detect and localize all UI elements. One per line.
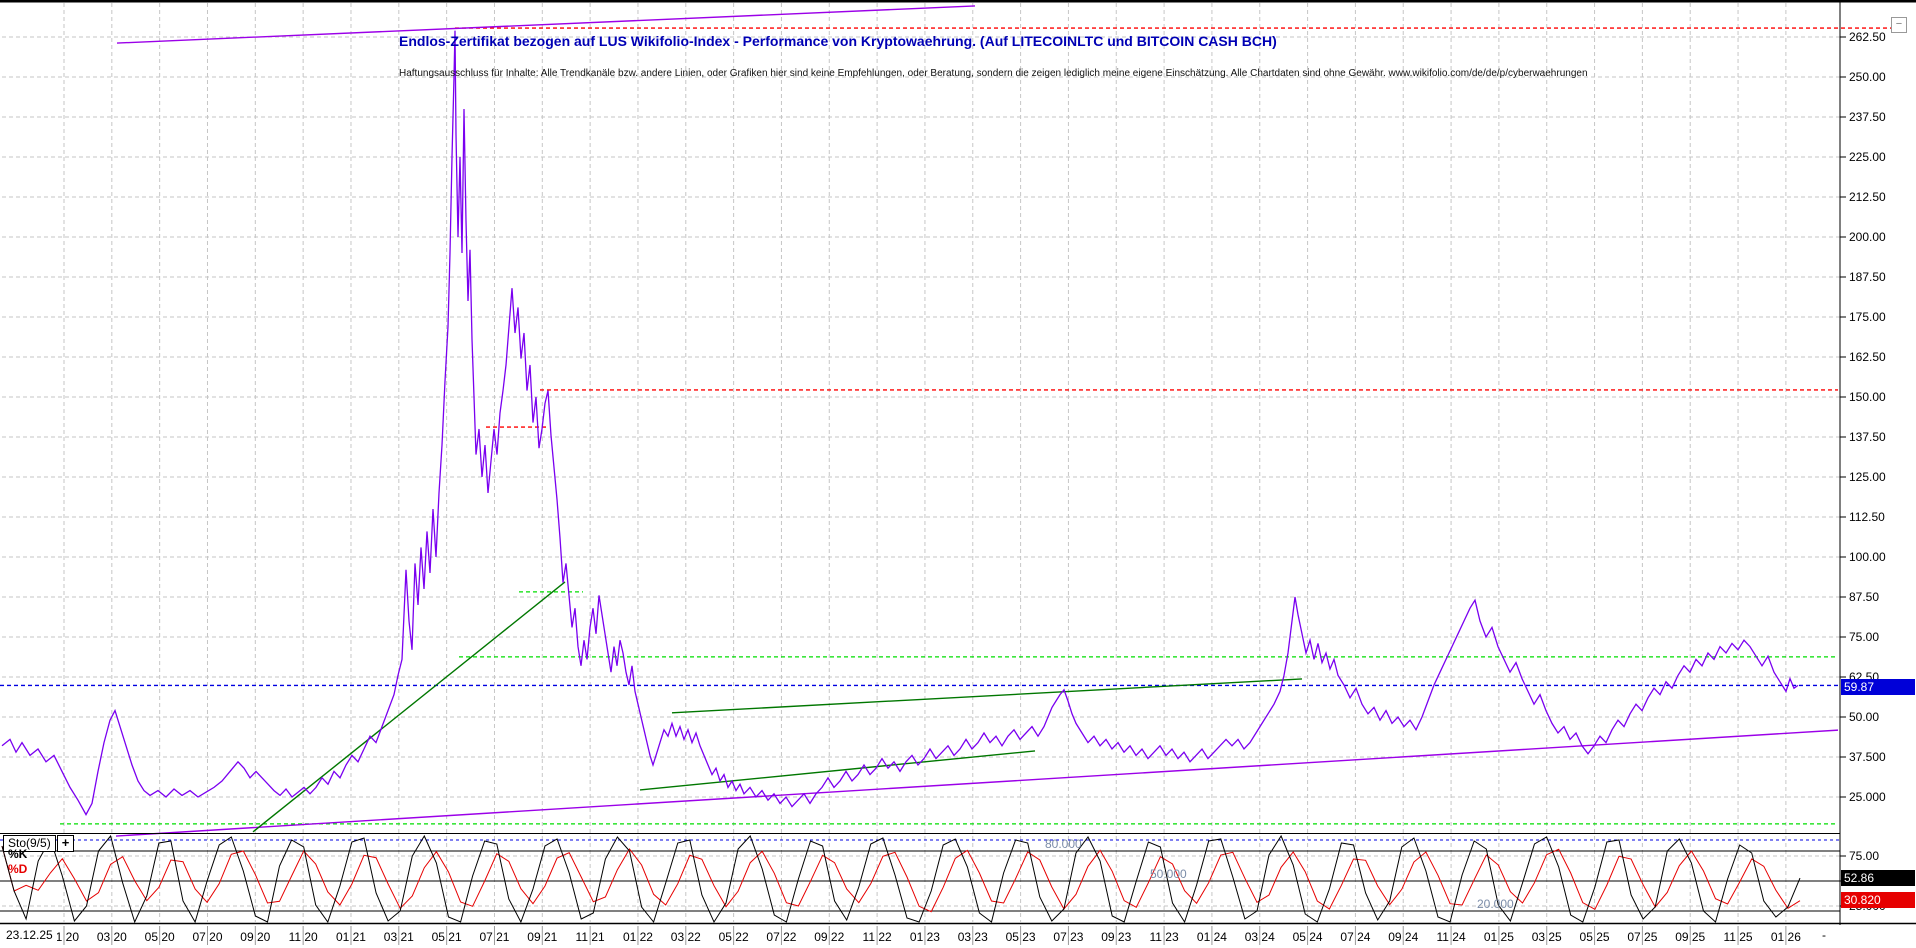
- y-axis-label: 237.50: [1849, 110, 1886, 124]
- x-axis-month-label: 07 21: [479, 930, 509, 944]
- x-axis-month-label: 05 24: [1293, 930, 1323, 944]
- y-axis-label: 112.50: [1849, 510, 1885, 524]
- y-axis-label: 37.500: [1849, 750, 1886, 764]
- y-axis-label: 87.50: [1849, 590, 1879, 604]
- x-axis-month-label: 09 21: [527, 930, 557, 944]
- sto-level-label: 50.000: [1150, 867, 1187, 881]
- x-axis-month-label: 01 23: [910, 930, 940, 944]
- stochastic-d-badge: 30.820: [1841, 892, 1915, 908]
- x-axis-month-label: 03 20: [97, 930, 127, 944]
- sto-level-label: 20.000: [1477, 897, 1514, 911]
- x-axis-month-label: 09 22: [814, 930, 844, 944]
- x-axis-month-label: 05 20: [145, 930, 175, 944]
- x-axis-month-label: 03 24: [1245, 930, 1275, 944]
- chart-title: Endlos-Zertifikat bezogen auf LUS Wikifo…: [399, 33, 1277, 49]
- x-axis-month-label: 09 25: [1675, 930, 1705, 944]
- x-axis-month-label: 01 24: [1197, 930, 1227, 944]
- x-axis-month-label: 11 21: [576, 930, 605, 944]
- chart-disclaimer: Haftungsausschluss für Inhalte: Alle Tre…: [399, 68, 1588, 79]
- x-axis-start-date: 23.12.25: [2, 928, 57, 942]
- x-axis-month-label: 05 22: [719, 930, 749, 944]
- x-axis-month-label: 11 25: [1723, 930, 1752, 944]
- trend-green-mid-upper: [671, 678, 1303, 714]
- price-line: [1, 30, 1799, 816]
- x-axis-month-label: 07 25: [1627, 930, 1657, 944]
- x-axis-month-label: 01 26: [1771, 930, 1801, 944]
- y-axis-label: 200.00: [1849, 230, 1886, 244]
- x-axis-month-label: 01 22: [623, 930, 653, 944]
- x-axis-month-label: 03 21: [384, 930, 414, 944]
- y-axis-label: 150.00: [1849, 390, 1886, 404]
- y-axis-label: 75.00: [1849, 630, 1879, 644]
- x-axis-month-label: 05 21: [432, 930, 462, 944]
- y-axis-label: 162.50: [1849, 350, 1886, 364]
- x-axis-month-label: 03 22: [671, 930, 701, 944]
- percent-d-legend: %D: [8, 862, 28, 876]
- y-axis-label: 125.00: [1849, 470, 1886, 484]
- y-axis-label: 212.50: [1849, 190, 1886, 204]
- x-axis-month-label: 09 23: [1101, 930, 1131, 944]
- x-axis-month-label: 11 20: [289, 930, 318, 944]
- add-indicator-button[interactable]: +: [57, 835, 74, 852]
- x-axis-month-label: 07 20: [192, 930, 222, 944]
- axis-collapse-button[interactable]: −: [1891, 17, 1907, 33]
- trend-lower-purple: [115, 729, 1839, 837]
- percent-k-legend: %K: [8, 847, 28, 861]
- x-axis-month-label: 11 23: [1150, 930, 1179, 944]
- sto-level-label: 80.000: [1045, 837, 1082, 851]
- chart-application-window: 80.000 50.000 20.000 262.50 250.00 237.50 225.…: [0, 0, 1916, 948]
- x-axis-month-label: 11 22: [863, 930, 892, 944]
- x-axis-month-label: 01 25: [1484, 930, 1514, 944]
- y-axis-label: 187.50: [1849, 270, 1886, 284]
- x-axis-month-label: 03 23: [958, 930, 988, 944]
- x-axis-end-marker: -: [1822, 928, 1826, 942]
- sto-axis-label: 75.00: [1849, 849, 1879, 863]
- x-axis-month-label: 07 24: [1340, 930, 1370, 944]
- y-axis-label: 50.00: [1849, 710, 1879, 724]
- stochastic-k-line: [1, 834, 1801, 924]
- x-axis-month-label: 05 25: [1580, 930, 1610, 944]
- x-axis-month-label: 07 23: [1053, 930, 1083, 944]
- y-axis-label: 250.00: [1849, 70, 1886, 84]
- y-axis-label: 225.00: [1849, 150, 1886, 164]
- x-axis-month-label: 05 23: [1006, 930, 1036, 944]
- x-axis-month-label: 09 20: [240, 930, 270, 944]
- current-price-badge: 59.87: [1841, 679, 1915, 695]
- stochastic-k-badge: 52.86: [1841, 870, 1915, 886]
- x-axis-month-label: 03 25: [1532, 930, 1562, 944]
- y-axis-label: 137.50: [1849, 430, 1886, 444]
- x-axis-month-label: 11 24: [1436, 930, 1465, 944]
- y-axis-label: 25.000: [1849, 790, 1886, 804]
- chart-canvas: 80.000 50.000 20.000 262.50 250.00 237.50 225.…: [0, 0, 1916, 945]
- y-axis-label: 100.00: [1849, 550, 1886, 564]
- x-axis-month-label: 01 21: [336, 930, 366, 944]
- y-axis-label: 175.00: [1849, 310, 1886, 324]
- x-axis-month-label: 07 22: [766, 930, 796, 944]
- window-top-border: [0, 0, 1916, 3]
- y-axis-label: 262.50: [1849, 30, 1886, 44]
- x-axis-month-label: 09 24: [1388, 930, 1418, 944]
